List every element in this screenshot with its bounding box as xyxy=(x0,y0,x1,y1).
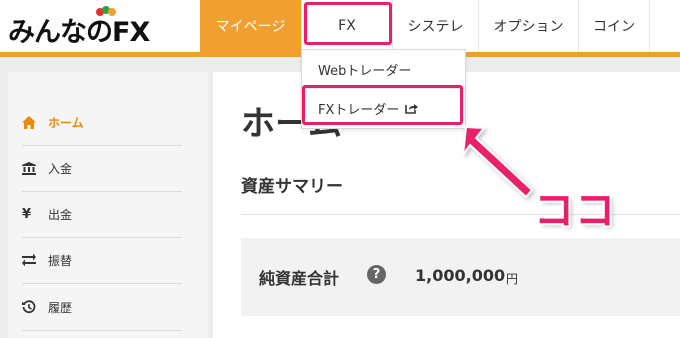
section-title-asset-summary: 資産サマリー xyxy=(241,177,343,197)
dropdown-item-web-trader[interactable]: Webトレーダー xyxy=(302,50,465,88)
tab-fx[interactable]: FX xyxy=(301,0,392,52)
logo-mark-icon xyxy=(96,6,116,18)
logo-text: みんなのFX xyxy=(8,17,150,48)
sidebar-item-home[interactable]: ホーム xyxy=(22,99,182,145)
sidebar-divider xyxy=(22,330,182,331)
logo[interactable]: みんなのFX xyxy=(8,6,168,48)
yen-icon: ¥ xyxy=(22,206,32,222)
tab-fx-label: FX xyxy=(338,18,356,34)
sidebar-item-deposit[interactable]: 入金 xyxy=(22,145,182,191)
net-assets-label: 純資産合計 xyxy=(259,269,340,288)
history-icon xyxy=(22,300,42,314)
sidebar-item-label: 履歴 xyxy=(48,300,73,315)
tab-mypage-label: マイページ xyxy=(215,19,286,35)
tab-mypage[interactable]: マイページ xyxy=(200,0,301,52)
sidebar-item-history[interactable]: 履歴 xyxy=(22,284,182,330)
net-assets-unit: 円 xyxy=(506,272,519,286)
dropdown-item-label: FXトレーダー xyxy=(318,102,400,118)
tab-option[interactable]: オプション xyxy=(478,0,578,52)
tab-systore-label: システレ xyxy=(407,19,464,35)
external-link-icon xyxy=(405,102,419,114)
sidebar-item-label: 振替 xyxy=(48,253,73,268)
annotation-callout: ココ xyxy=(534,188,616,234)
fx-dropdown-menu: Webトレーダー FXトレーダー xyxy=(301,49,466,129)
dropdown-item-label: Webトレーダー xyxy=(318,63,412,79)
sidebar-item-label: 入金 xyxy=(48,161,73,176)
sidebar-item-transfer[interactable]: 振替 xyxy=(22,237,182,283)
sidebar-item-withdraw[interactable]: ¥ 出金 xyxy=(22,191,182,237)
sidebar-item-label: 出金 xyxy=(48,207,73,222)
transfer-icon xyxy=(22,254,42,266)
sidebar-item-label: ホーム xyxy=(48,115,84,130)
question-circle-icon[interactable]: ? xyxy=(367,265,386,284)
tab-coin-label: コイン xyxy=(593,19,635,35)
home-icon xyxy=(22,115,42,129)
tab-coin[interactable]: コイン xyxy=(578,0,650,52)
net-assets-value: 1,000,000 xyxy=(415,266,506,285)
top-header: みんなのFX マイページ FX システレ オプション コイン xyxy=(0,0,680,52)
net-assets-panel: 純資産合計 ? 1,000,000 円 xyxy=(241,238,680,316)
tab-systore[interactable]: システレ xyxy=(392,0,478,52)
bank-icon xyxy=(22,161,42,175)
tab-option-label: オプション xyxy=(493,19,564,35)
dropdown-item-fx-trader[interactable]: FXトレーダー xyxy=(302,89,465,127)
